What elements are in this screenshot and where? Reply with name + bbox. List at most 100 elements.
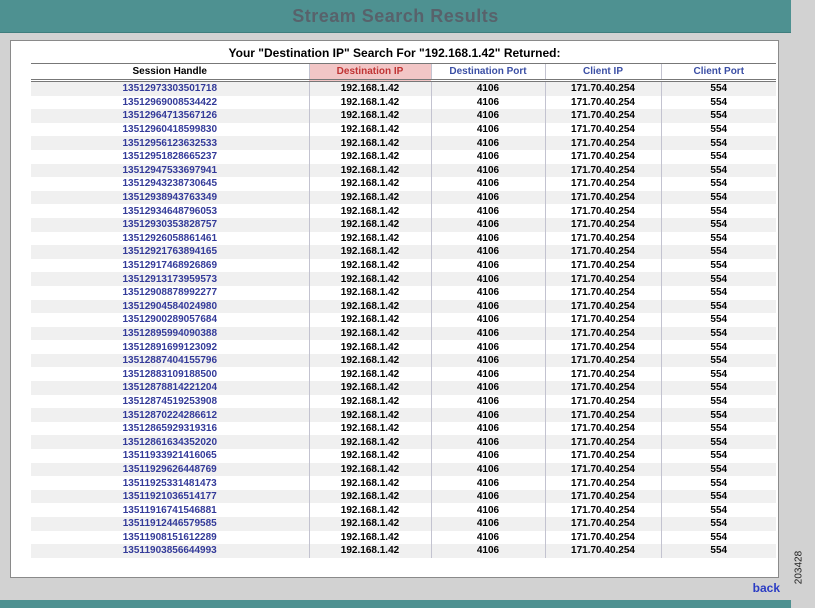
destination-ip-cell: 192.168.1.42 xyxy=(308,190,431,205)
client-port-cell: 554 xyxy=(660,285,776,300)
destination-ip-cell: 192.168.1.42 xyxy=(308,381,431,395)
destination-ip-cell: 192.168.1.42 xyxy=(308,258,431,273)
session-handle-link[interactable]: 13512900289057684 xyxy=(122,314,217,325)
column-header-session-handle: Session Handle xyxy=(31,63,309,82)
destination-port-cell: 4106 xyxy=(430,313,545,327)
session-handle-cell: 13511908151612289 xyxy=(31,531,309,545)
session-handle-link[interactable]: 13512960418599830 xyxy=(122,124,217,135)
destination-ip-cell: 192.168.1.42 xyxy=(308,217,431,232)
session-handle-link[interactable]: 13512956123632533 xyxy=(122,138,217,149)
table-row: 13512930353828757 192.168.1.42 4106 171.70.… xyxy=(31,217,776,232)
session-handle-link[interactable]: 13512969008534422 xyxy=(122,97,217,108)
destination-ip-cell: 192.168.1.42 xyxy=(308,544,431,558)
client-port-cell: 554 xyxy=(660,435,776,450)
table-row: 13512878814221204 192.168.1.42 4106 171.70.… xyxy=(31,381,776,395)
table-row: 13512938943763349 192.168.1.42 4106 171.70.… xyxy=(31,190,776,205)
column-header-destination-port: Destination Port xyxy=(430,63,545,82)
session-handle-link[interactable]: 13512874519253908 xyxy=(122,396,217,407)
session-handle-link[interactable]: 13512947533697941 xyxy=(122,165,217,176)
session-handle-cell: 13512943238730645 xyxy=(31,177,309,191)
session-handle-link[interactable]: 13511929626448769 xyxy=(123,464,217,475)
session-handle-link[interactable]: 13512930353828757 xyxy=(122,219,217,230)
client-ip-cell: 171.70.40.254 xyxy=(544,530,661,545)
client-ip-cell: 171.70.40.254 xyxy=(544,313,661,327)
column-header-client-port: Client Port xyxy=(660,63,776,82)
client-ip-cell: 171.70.40.254 xyxy=(544,272,661,286)
session-handle-link[interactable]: 13512865929319316 xyxy=(122,423,217,434)
session-handle-link[interactable]: 13512904584024980 xyxy=(122,301,217,312)
table-row: 13512870224286612 192.168.1.42 4106 171.70.… xyxy=(31,408,776,422)
table-row: 13511933921416065 192.168.1.42 4106 171.70.… xyxy=(31,449,776,463)
session-handle-link[interactable]: 13512913173959573 xyxy=(122,274,217,285)
client-port-cell: 554 xyxy=(660,367,776,382)
client-ip-cell: 171.70.40.254 xyxy=(544,149,661,164)
destination-ip-cell: 192.168.1.42 xyxy=(308,231,431,246)
session-handle-link[interactable]: 13512951828665237 xyxy=(122,151,217,162)
session-handle-link[interactable]: 13512943238730645 xyxy=(122,178,217,189)
destination-ip-cell: 192.168.1.42 xyxy=(308,326,431,341)
session-handle-link[interactable]: 13512926058861461 xyxy=(122,233,217,244)
client-port-cell: 554 xyxy=(660,489,776,504)
client-ip-cell: 171.70.40.254 xyxy=(544,285,661,300)
client-ip-cell: 171.70.40.254 xyxy=(544,381,661,395)
table-row: 13512960418599830 192.168.1.42 4106 171.70.… xyxy=(31,122,776,137)
session-handle-link[interactable]: 13512934648796053 xyxy=(122,206,217,217)
table-row: 13511929626448769 192.168.1.42 4106 171.70.… xyxy=(31,462,776,477)
destination-ip-cell: 192.168.1.42 xyxy=(308,353,431,368)
client-ip-cell: 171.70.40.254 xyxy=(544,80,661,96)
session-handle-link[interactable]: 13512861634352020 xyxy=(122,437,217,448)
client-ip-cell: 171.70.40.254 xyxy=(544,503,661,517)
client-ip-cell: 171.70.40.254 xyxy=(544,217,661,232)
session-handle-link[interactable]: 13512891699123092 xyxy=(122,342,217,353)
session-handle-link[interactable]: 13511916741546881 xyxy=(123,505,217,516)
table-row: 13512891699123092 192.168.1.42 4106 171.70.… xyxy=(31,340,776,354)
session-handle-link[interactable]: 13512917468926869 xyxy=(122,260,217,271)
destination-port-cell: 4106 xyxy=(430,231,545,246)
session-handle-link[interactable]: 13511903856644993 xyxy=(123,545,217,556)
session-handle-link[interactable]: 13511912446579585 xyxy=(123,518,217,529)
client-ip-cell: 171.70.40.254 xyxy=(544,95,661,110)
destination-port-cell: 4106 xyxy=(430,190,545,205)
client-ip-cell: 171.70.40.254 xyxy=(544,204,661,218)
client-ip-cell: 171.70.40.254 xyxy=(544,109,661,123)
table-row: 13512861634352020 192.168.1.42 4106 171.70.… xyxy=(31,435,776,450)
table-row: 13511925331481473 192.168.1.42 4106 171.70.… xyxy=(31,476,776,490)
client-ip-cell: 171.70.40.254 xyxy=(544,340,661,354)
session-handle-cell: 13512951828665237 xyxy=(31,150,309,164)
session-handle-link[interactable]: 13511921036514177 xyxy=(123,491,217,502)
destination-port-cell: 4106 xyxy=(430,163,545,178)
session-handle-link[interactable]: 13512878814221204 xyxy=(122,382,217,393)
session-handle-cell: 13511921036514177 xyxy=(31,490,309,504)
client-port-cell: 554 xyxy=(660,245,776,259)
client-port-cell: 554 xyxy=(660,217,776,232)
session-handle-link[interactable]: 13511908151612289 xyxy=(123,532,217,543)
session-handle-link[interactable]: 13512908878992277 xyxy=(122,287,217,298)
session-handle-link[interactable]: 13512973303501718 xyxy=(122,83,217,94)
session-handle-link[interactable]: 13512887404155796 xyxy=(122,355,217,366)
destination-ip-cell: 192.168.1.42 xyxy=(308,177,431,191)
destination-port-cell: 4106 xyxy=(430,353,545,368)
back-link[interactable]: back xyxy=(753,581,780,595)
client-port-cell: 554 xyxy=(660,353,776,368)
destination-ip-cell: 192.168.1.42 xyxy=(308,517,431,531)
session-handle-link[interactable]: 13511933921416065 xyxy=(123,450,217,461)
session-handle-cell: 13512964713567126 xyxy=(31,109,309,123)
client-ip-cell: 171.70.40.254 xyxy=(544,476,661,490)
session-handle-link[interactable]: 13512883109188500 xyxy=(122,369,217,380)
destination-ip-cell: 192.168.1.42 xyxy=(308,95,431,110)
client-ip-cell: 171.70.40.254 xyxy=(544,517,661,531)
client-port-cell: 554 xyxy=(660,231,776,246)
session-handle-link[interactable]: 13512921763894165 xyxy=(122,246,217,257)
destination-port-cell: 4106 xyxy=(430,326,545,341)
client-ip-cell: 171.70.40.254 xyxy=(544,231,661,246)
session-handle-link[interactable]: 13512964713567126 xyxy=(122,110,217,121)
session-handle-link[interactable]: 13512938943763349 xyxy=(122,192,217,203)
destination-ip-cell: 192.168.1.42 xyxy=(308,462,431,477)
session-handle-link[interactable]: 13512895994090388 xyxy=(122,328,217,339)
destination-port-cell: 4106 xyxy=(430,122,545,137)
destination-ip-cell: 192.168.1.42 xyxy=(308,285,431,300)
session-handle-link[interactable]: 13511925331481473 xyxy=(123,478,217,489)
destination-ip-cell: 192.168.1.42 xyxy=(308,435,431,450)
destination-port-cell: 4106 xyxy=(430,449,545,463)
session-handle-link[interactable]: 13512870224286612 xyxy=(122,410,217,421)
